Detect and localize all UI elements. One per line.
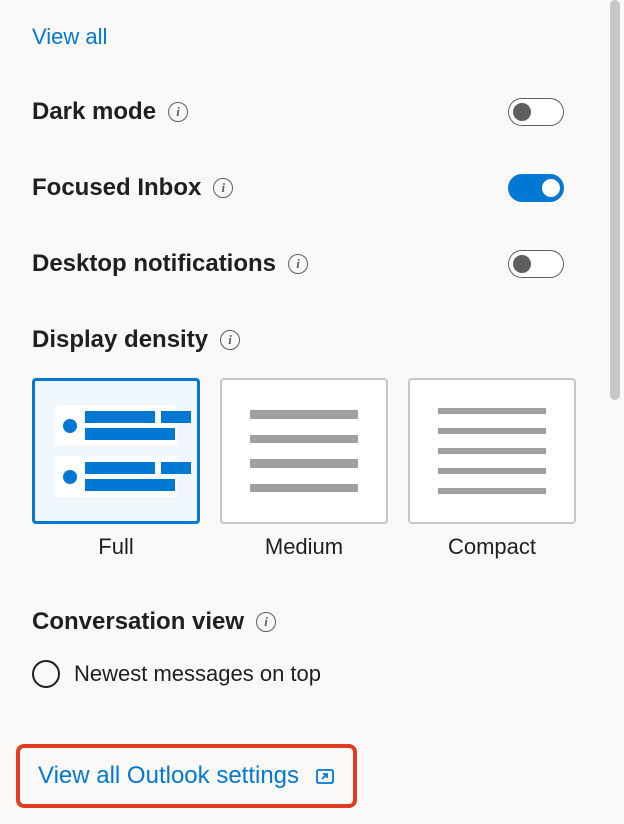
dot-icon: [63, 470, 77, 484]
display-density-header: Display density i: [32, 326, 604, 354]
density-option-compact[interactable]: Compact: [408, 378, 576, 560]
desktop-notifications-label: Desktop notifications: [32, 250, 276, 278]
info-icon[interactable]: i: [256, 612, 276, 632]
conversation-option-newest-top[interactable]: Newest messages on top: [32, 660, 604, 688]
density-preview-full: [32, 378, 200, 524]
dark-mode-label-group: Dark mode i: [32, 98, 188, 126]
dot-icon: [63, 419, 77, 433]
focused-inbox-row: Focused Inbox i: [32, 174, 604, 202]
desktop-notifications-label-group: Desktop notifications i: [32, 250, 308, 278]
desktop-notifications-row: Desktop notifications i: [32, 250, 604, 278]
cutoff-overlay: [0, 720, 624, 746]
toggle-knob: [513, 255, 531, 273]
info-icon[interactable]: i: [288, 254, 308, 274]
density-option-medium[interactable]: Medium: [220, 378, 388, 560]
density-label-compact: Compact: [448, 534, 536, 560]
focused-inbox-label-group: Focused Inbox i: [32, 174, 233, 202]
dark-mode-toggle[interactable]: [508, 98, 564, 126]
density-label-medium: Medium: [265, 534, 343, 560]
view-all-link[interactable]: View all: [32, 24, 107, 50]
conversation-view-label: Conversation view: [32, 608, 244, 636]
radio-label: Newest messages on top: [74, 661, 321, 687]
radio-icon: [32, 660, 60, 688]
preview-bars: [85, 462, 191, 491]
display-density-label: Display density: [32, 326, 208, 354]
density-preview-medium: [220, 378, 388, 524]
density-option-full[interactable]: Full: [32, 378, 200, 560]
preview-bars: [85, 411, 191, 440]
focused-inbox-toggle[interactable]: [508, 174, 564, 202]
open-pane-icon: [315, 766, 335, 786]
footer-link-text: View all Outlook settings: [38, 762, 299, 790]
view-all-outlook-settings-link[interactable]: View all Outlook settings: [16, 744, 357, 808]
toggle-knob: [542, 179, 560, 197]
conversation-view-header: Conversation view i: [32, 608, 604, 636]
preview-item: [55, 456, 177, 497]
density-label-full: Full: [98, 534, 133, 560]
density-preview-compact: [408, 378, 576, 524]
density-options: Full Medium Compact: [32, 378, 604, 560]
info-icon[interactable]: i: [220, 330, 240, 350]
toggle-knob: [513, 103, 531, 121]
desktop-notifications-toggle[interactable]: [508, 250, 564, 278]
info-icon[interactable]: i: [168, 102, 188, 122]
dark-mode-row: Dark mode i: [32, 98, 604, 126]
preview-item: [55, 405, 177, 446]
scrollbar[interactable]: [610, 0, 620, 400]
info-icon[interactable]: i: [213, 178, 233, 198]
dark-mode-label: Dark mode: [32, 98, 156, 126]
focused-inbox-label: Focused Inbox: [32, 174, 201, 202]
